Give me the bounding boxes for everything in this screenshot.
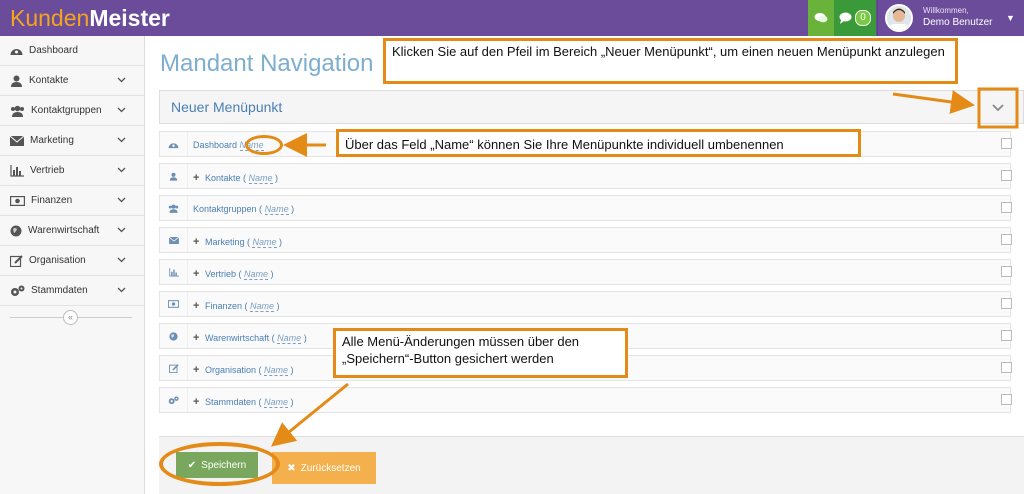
toggle-highlight-box [977, 87, 1019, 129]
annotation-arrows [271, 87, 1019, 447]
arrow-to-toggle [892, 90, 975, 114]
arrow-to-save [271, 382, 349, 447]
